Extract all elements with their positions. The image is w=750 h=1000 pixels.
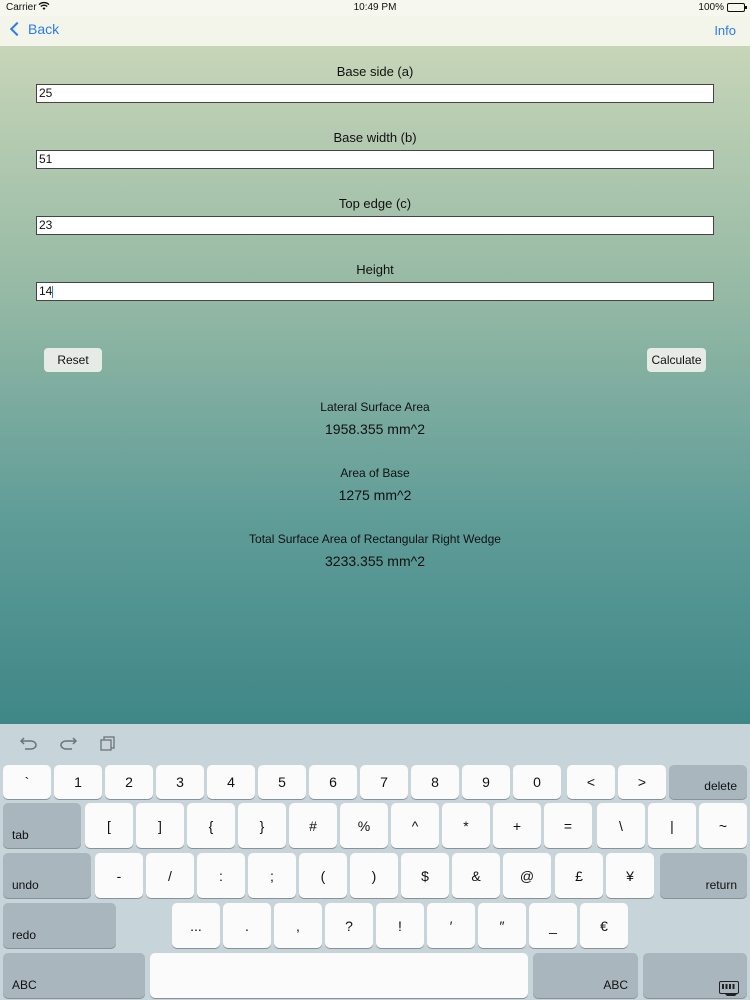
key[interactable]: |	[648, 803, 696, 848]
key[interactable]: ?	[325, 903, 373, 948]
redo-arrow-icon[interactable]	[59, 736, 78, 755]
key[interactable]: /	[146, 853, 194, 898]
key[interactable]: .	[223, 903, 271, 948]
key[interactable]: {	[187, 803, 235, 848]
key[interactable]: ¥	[606, 853, 654, 898]
key[interactable]: ″	[478, 903, 526, 948]
return-key[interactable]: return	[660, 853, 747, 898]
key[interactable]: 4	[207, 765, 255, 799]
area-of-base-label: Area of Base	[340, 466, 410, 480]
key[interactable]: \	[597, 803, 645, 848]
navigation-bar: Back Info	[0, 16, 750, 46]
undo-arrow-icon[interactable]	[19, 736, 38, 755]
dismiss-keyboard-key[interactable]	[643, 953, 747, 998]
area-of-base-value: 1275 mm^2	[338, 487, 412, 503]
key[interactable]: ]	[136, 803, 184, 848]
back-label: Back	[28, 21, 60, 37]
key[interactable]: $	[401, 853, 449, 898]
clock: 10:49 PM	[353, 2, 397, 13]
key[interactable]: ′	[427, 903, 475, 948]
calculate-button[interactable]: Calculate	[647, 348, 706, 372]
key[interactable]: <	[567, 765, 615, 799]
delete-key[interactable]: delete	[669, 765, 747, 799]
key[interactable]: }	[238, 803, 286, 848]
key[interactable]: 1	[54, 765, 102, 799]
lateral-surface-area-value: 1958.355 mm^2	[325, 421, 425, 437]
key[interactable]: €	[580, 903, 628, 948]
key[interactable]: =	[544, 803, 592, 848]
key[interactable]: ~	[699, 803, 747, 848]
key[interactable]: 9	[462, 765, 510, 799]
paste-icon[interactable]	[100, 736, 116, 756]
battery-icon	[727, 3, 747, 12]
keyboard-icon	[719, 981, 739, 996]
keyboard: ` 1 2 3 4 5 6 7 8 9 0 < > delete tab [ ]…	[0, 724, 750, 1000]
chevron-left-icon	[9, 21, 25, 37]
key[interactable]: 6	[309, 765, 357, 799]
key[interactable]: ...	[172, 903, 220, 948]
key[interactable]: -	[95, 853, 143, 898]
base-width-input[interactable]: 51	[36, 150, 714, 169]
top-edge-input[interactable]: 23	[36, 216, 714, 235]
key[interactable]: #	[289, 803, 337, 848]
key[interactable]: 3	[156, 765, 204, 799]
calculator-form: Base side (a) 25 Base width (b) 51 Top e…	[0, 46, 750, 724]
lateral-surface-area-label: Lateral Surface Area	[320, 400, 430, 414]
key[interactable]: %	[340, 803, 388, 848]
height-input[interactable]: 14	[36, 282, 714, 301]
top-edge-label: Top edge (c)	[338, 196, 412, 211]
key[interactable]: !	[376, 903, 424, 948]
key[interactable]: 0	[513, 765, 561, 799]
key[interactable]: 2	[105, 765, 153, 799]
key[interactable]: £	[555, 853, 603, 898]
space-bar[interactable]	[150, 953, 528, 998]
redo-key[interactable]: redo	[3, 903, 116, 948]
key[interactable]: &	[452, 853, 500, 898]
back-button[interactable]: Back	[8, 21, 59, 37]
text-cursor	[52, 285, 54, 298]
height-value: 14	[39, 284, 53, 298]
base-side-label: Base side (a)	[336, 64, 414, 79]
abc-key-right[interactable]: ABC	[533, 953, 638, 998]
key[interactable]: :	[197, 853, 245, 898]
key[interactable]: +	[493, 803, 541, 848]
info-button[interactable]: Info	[714, 23, 736, 38]
key[interactable]: ,	[274, 903, 322, 948]
base-width-label: Base width (b)	[333, 130, 417, 145]
undo-key[interactable]: undo	[3, 853, 91, 898]
key[interactable]: _	[529, 903, 577, 948]
abc-key-left[interactable]: ABC	[3, 953, 145, 998]
height-label: Height	[356, 262, 394, 277]
key[interactable]: >	[618, 765, 666, 799]
key[interactable]: 7	[360, 765, 408, 799]
key[interactable]: @	[503, 853, 551, 898]
base-side-input[interactable]: 25	[36, 84, 714, 103]
key[interactable]: ^	[391, 803, 439, 848]
total-surface-area-value: 3233.355 mm^2	[325, 553, 425, 569]
key[interactable]: (	[299, 853, 347, 898]
reset-button[interactable]: Reset	[44, 348, 102, 372]
key[interactable]: `	[3, 765, 51, 799]
key[interactable]: 5	[258, 765, 306, 799]
tab-key[interactable]: tab	[3, 803, 81, 848]
key[interactable]: ;	[248, 853, 296, 898]
key[interactable]: [	[85, 803, 133, 848]
key[interactable]: 8	[411, 765, 459, 799]
key[interactable]: )	[350, 853, 398, 898]
total-surface-area-label: Total Surface Area of Rectangular Right …	[249, 532, 501, 546]
key[interactable]: *	[442, 803, 490, 848]
battery-percentage: 100%	[698, 2, 724, 13]
status-bar: Carrier 10:49 PM 100%	[0, 0, 750, 16]
